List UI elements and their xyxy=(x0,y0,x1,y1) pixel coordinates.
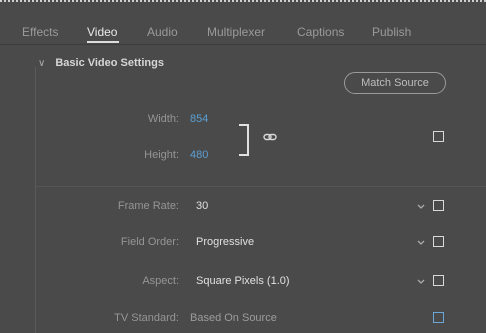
height-value[interactable]: 480 xyxy=(190,149,208,161)
aspect-dropdown[interactable]: Square Pixels (1.0) xyxy=(190,270,430,290)
tab-bar: Effects Video Audio Multiplexer Captions… xyxy=(0,18,486,44)
frame-rate-match-checkbox[interactable] xyxy=(433,200,444,211)
chevron-down-icon xyxy=(417,240,425,245)
aspect-label: Aspect: xyxy=(142,275,179,287)
dimensions-match-checkbox[interactable] xyxy=(433,131,444,142)
frame-rate-dropdown[interactable]: 30 xyxy=(190,195,430,215)
tab-video[interactable]: Video xyxy=(87,25,117,39)
row-divider xyxy=(36,186,486,187)
active-tab-indicator xyxy=(87,41,119,43)
tab-publish[interactable]: Publish xyxy=(372,25,411,39)
chevron-down-icon xyxy=(417,279,425,284)
field-order-value: Progressive xyxy=(196,236,255,248)
tab-captions[interactable]: Captions xyxy=(297,25,344,39)
chevron-down-icon xyxy=(417,204,425,209)
aspect-value: Square Pixels (1.0) xyxy=(196,275,290,287)
match-source-button[interactable]: Match Source xyxy=(344,72,446,94)
dotted-top-border xyxy=(0,0,486,3)
height-label: Height: xyxy=(144,149,179,161)
tab-multiplexer[interactable]: Multiplexer xyxy=(207,25,265,39)
tab-divider xyxy=(0,44,486,45)
dimension-link-bracket xyxy=(239,124,249,156)
field-order-dropdown[interactable]: Progressive xyxy=(190,231,430,251)
tv-standard-value: Based On Source xyxy=(190,312,277,324)
tab-audio[interactable]: Audio xyxy=(147,25,178,39)
tv-standard-label: TV Standard: xyxy=(114,312,179,324)
field-order-label: Field Order: xyxy=(120,236,179,248)
aspect-match-checkbox[interactable] xyxy=(433,275,444,286)
tv-standard-match-checkbox[interactable] xyxy=(433,312,444,323)
field-order-match-checkbox[interactable] xyxy=(433,236,444,247)
frame-rate-value: 30 xyxy=(196,200,209,212)
width-value[interactable]: 854 xyxy=(190,113,208,125)
frame-rate-label: Frame Rate: xyxy=(117,200,179,212)
chain-link-icon[interactable] xyxy=(263,133,277,141)
tab-effects[interactable]: Effects xyxy=(22,25,58,39)
width-label: Width: xyxy=(147,113,179,125)
